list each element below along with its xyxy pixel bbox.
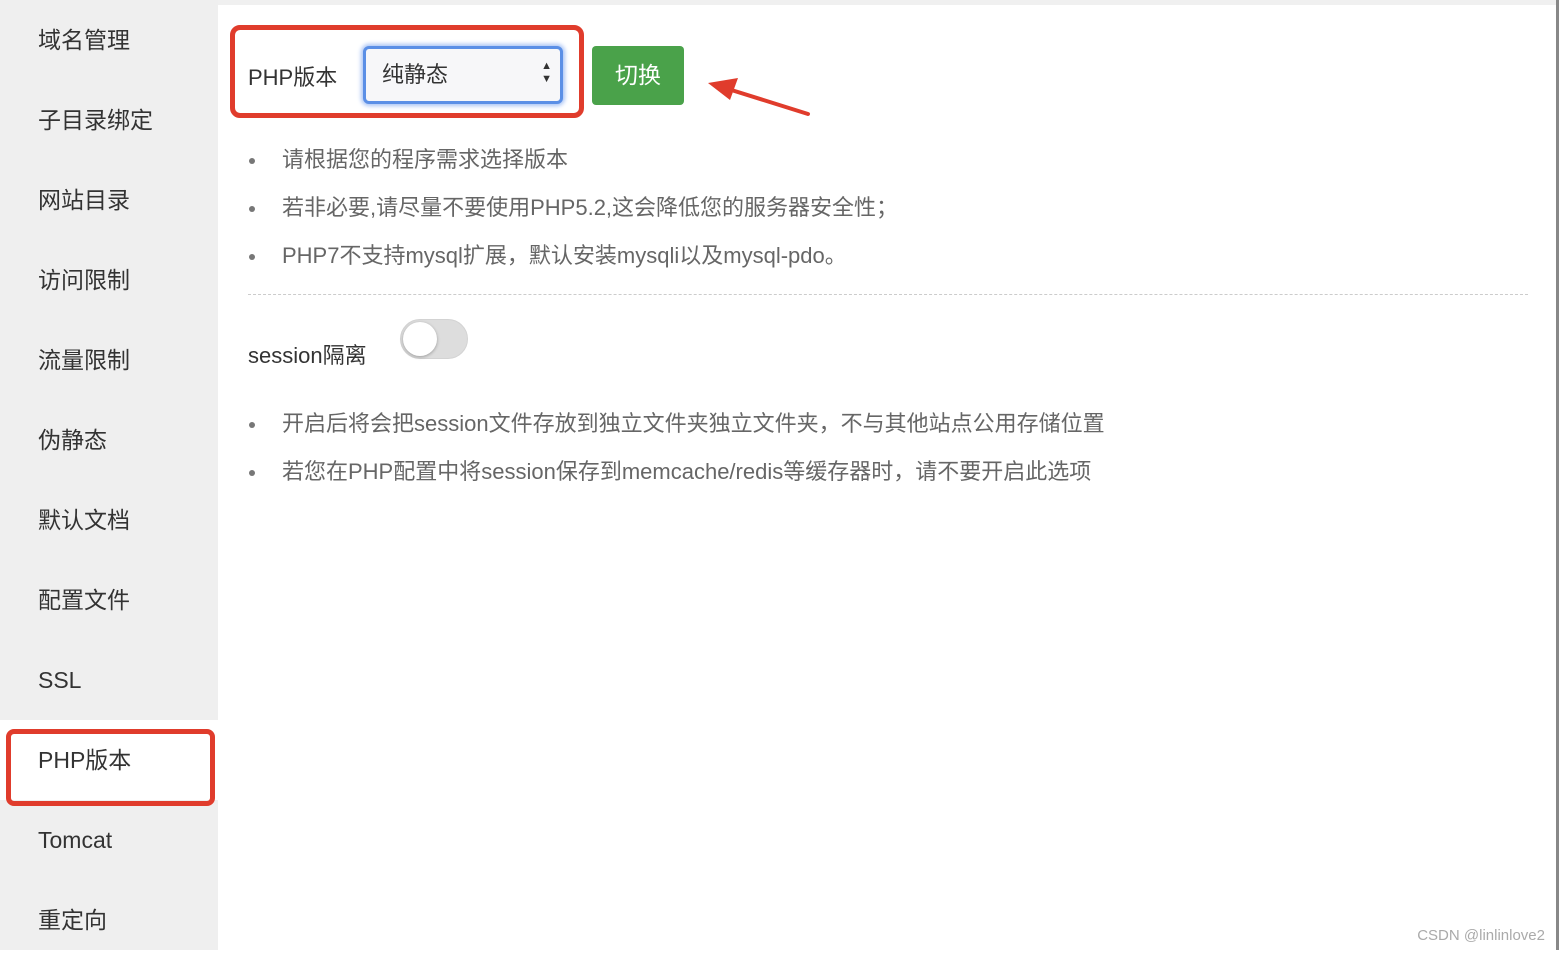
list-item: PHP7不支持mysql扩展，默认安装mysqli以及mysql-pdo。	[248, 232, 898, 280]
list-item: 开启后将会把session文件存放到独立文件夹独立文件夹，不与其他站点公用存储位…	[248, 400, 1105, 448]
sidebar-item-tomcat[interactable]: Tomcat	[0, 800, 218, 880]
sidebar-item-rewrite[interactable]: 伪静态	[0, 400, 218, 480]
highlight-box-sidebar	[6, 729, 215, 806]
right-border	[1556, 0, 1559, 950]
sidebar-item-default-doc[interactable]: 默认文档	[0, 480, 218, 560]
sidebar-item-traffic-limit[interactable]: 流量限制	[0, 320, 218, 400]
sidebar-item-ssl[interactable]: SSL	[0, 640, 218, 720]
sidebar-item-redirect[interactable]: 重定向	[0, 880, 218, 960]
list-item: 请根据您的程序需求选择版本	[248, 136, 898, 184]
php-tips-list: 请根据您的程序需求选择版本 若非必要,请尽量不要使用PHP5.2,这会降低您的服…	[248, 136, 898, 280]
session-isolation-label: session隔离	[248, 343, 367, 368]
watermark: CSDN @linlinlove2	[1417, 927, 1545, 944]
highlight-box-php-select	[230, 25, 584, 118]
sidebar-item-access-limit[interactable]: 访问限制	[0, 240, 218, 320]
list-item: 若您在PHP配置中将session保存到memcache/redis等缓存器时，…	[248, 448, 1105, 496]
top-border	[218, 0, 1558, 5]
session-isolation-toggle[interactable]	[400, 319, 468, 359]
divider	[248, 294, 1528, 295]
list-item: 若非必要,请尽量不要使用PHP5.2,这会降低您的服务器安全性；	[248, 184, 898, 232]
toggle-knob	[403, 322, 437, 356]
sidebar: 域名管理 子目录绑定 网站目录 访问限制 流量限制 伪静态 默认文档 配置文件 …	[0, 0, 218, 950]
sidebar-item-site-dir[interactable]: 网站目录	[0, 160, 218, 240]
session-tips-list: 开启后将会把session文件存放到独立文件夹独立文件夹，不与其他站点公用存储位…	[248, 400, 1105, 496]
red-arrow-icon	[708, 78, 810, 116]
sidebar-item-subdir[interactable]: 子目录绑定	[0, 80, 218, 160]
switch-button[interactable]: 切换	[592, 46, 684, 105]
sidebar-item-domain[interactable]: 域名管理	[0, 0, 218, 80]
sidebar-item-config-file[interactable]: 配置文件	[0, 560, 218, 640]
